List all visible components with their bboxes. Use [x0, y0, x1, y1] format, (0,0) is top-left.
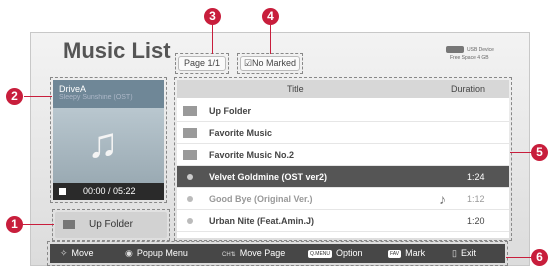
callout-leader: [22, 224, 54, 225]
preview-highlight: [50, 77, 167, 203]
page-indicator-highlight: [175, 53, 229, 74]
page-title: Music List: [63, 38, 171, 63]
callout-1: 1: [6, 216, 23, 233]
usb-icon: [446, 46, 464, 54]
usb-status: USB Device Free Space 4 GB: [446, 46, 494, 62]
footer-highlight: [47, 241, 508, 266]
music-list-highlight: [174, 77, 512, 241]
callout-6: 6: [531, 249, 548, 266]
marked-indicator-highlight: [237, 53, 303, 74]
callout-leader: [270, 24, 271, 54]
callout-5: 5: [531, 144, 548, 161]
callout-leader: [24, 96, 52, 97]
usb-device-label: USB Device: [467, 47, 494, 53]
callout-2: 2: [6, 88, 23, 105]
usb-free-space: Free Space 4 GB: [450, 55, 489, 61]
up-folder-highlight: [52, 209, 170, 241]
callout-leader: [212, 24, 213, 54]
callout-4: 4: [262, 8, 279, 25]
callout-3: 3: [204, 8, 221, 25]
